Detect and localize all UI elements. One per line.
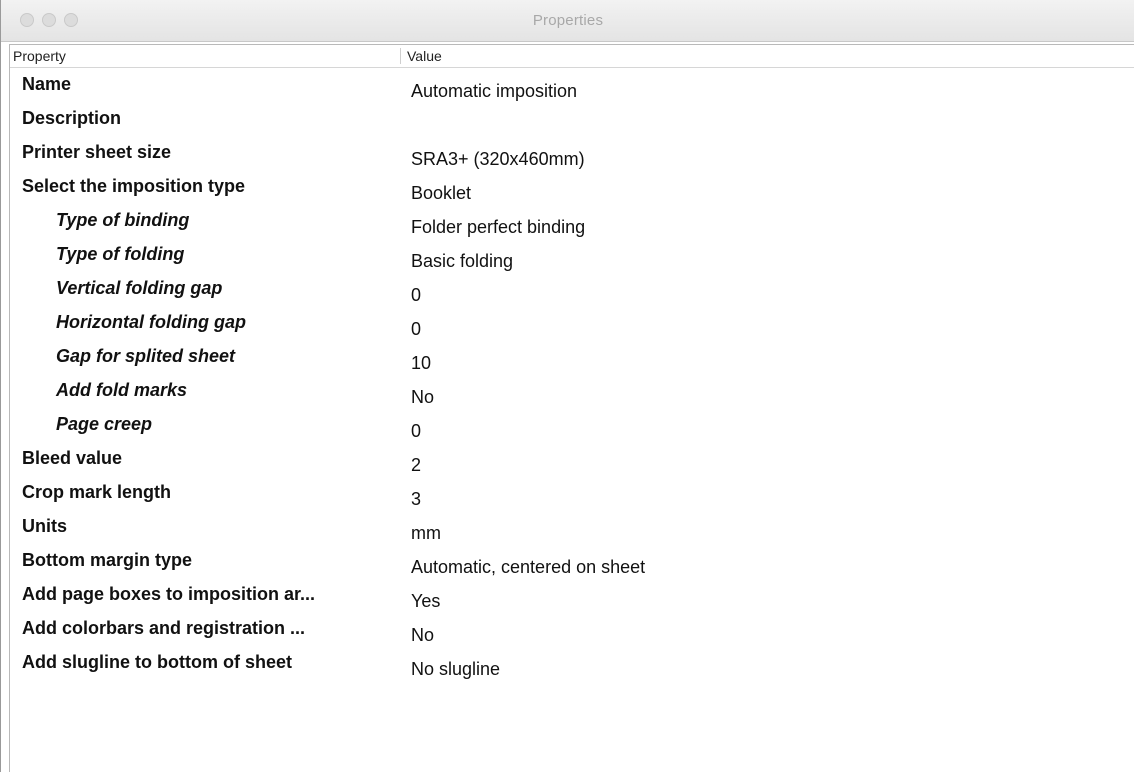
table-row[interactable]: Description	[10, 106, 1134, 140]
property-value[interactable]: 0	[411, 421, 421, 442]
properties-table-body: Name Automatic imposition Description Print…	[10, 72, 1134, 684]
property-name: Bleed value	[22, 448, 123, 468]
property-value[interactable]: 3	[411, 489, 421, 510]
property-name: Bottom margin type	[22, 550, 193, 570]
property-value[interactable]: Basic folding	[411, 251, 513, 272]
table-row[interactable]: Add page boxes to imposition ar... Yes	[10, 582, 1134, 616]
table-row[interactable]: Crop mark length 3	[10, 480, 1134, 514]
table-row[interactable]: Vertical folding gap 0	[10, 276, 1134, 310]
window-title: Properties	[532, 12, 604, 29]
property-name: Add fold marks	[56, 380, 188, 400]
property-value[interactable]: mm	[411, 523, 441, 544]
property-value[interactable]: Booklet	[411, 183, 471, 204]
table-row[interactable]: Name Automatic imposition	[10, 72, 1134, 106]
column-divider[interactable]	[400, 48, 401, 64]
table-row[interactable]: Page creep 0	[10, 412, 1134, 446]
property-value[interactable]: Automatic, centered on sheet	[411, 557, 645, 578]
table-row[interactable]: Bottom margin type Automatic, centered on…	[10, 548, 1134, 582]
table-row[interactable]: Select the imposition type Booklet	[10, 174, 1134, 208]
table-row[interactable]: Horizontal folding gap 0	[10, 310, 1134, 344]
table-row[interactable]: Bleed value 2	[10, 446, 1134, 480]
table-row[interactable]: Type of binding Folder perfect binding	[10, 208, 1134, 242]
property-name: Select the imposition type	[22, 176, 246, 196]
property-value[interactable]: 10	[411, 353, 431, 374]
property-value[interactable]: SRA3+ (320x460mm)	[411, 149, 585, 170]
property-value[interactable]: Folder perfect binding	[411, 217, 585, 238]
property-value[interactable]: No slugline	[411, 659, 500, 680]
table-header: Property Value	[9, 44, 1134, 68]
table-row[interactable]: Printer sheet size SRA3+ (320x460mm)	[10, 140, 1134, 174]
table-row[interactable]: Add slugline to bottom of sheet No slugli…	[10, 650, 1134, 684]
property-name: Printer sheet size	[22, 142, 172, 162]
table-row[interactable]: Type of folding Basic folding	[10, 242, 1134, 276]
property-value[interactable]: 0	[411, 319, 421, 340]
table-row[interactable]: Add fold marks No	[10, 378, 1134, 412]
property-name: Add page boxes to imposition ar...	[22, 584, 316, 604]
property-name: Name	[22, 74, 72, 94]
property-name: Units	[22, 516, 67, 536]
property-name: Page creep	[56, 414, 153, 434]
property-value[interactable]: 2	[411, 455, 421, 476]
property-name: Gap for splited sheet	[56, 346, 236, 366]
property-name: Crop mark length	[22, 482, 172, 502]
property-name: Horizontal folding gap	[56, 312, 246, 332]
property-name: Type of folding	[56, 244, 185, 264]
table-row[interactable]: Add colorbars and registration ... No	[10, 616, 1134, 650]
properties-window: Properties Property Value Name Automatic …	[0, 0, 1134, 772]
column-header-value[interactable]: Value	[407, 45, 442, 67]
title-bar[interactable]: Properties	[1, 0, 1134, 42]
property-value[interactable]: 0	[411, 285, 421, 306]
property-value[interactable]: Yes	[411, 591, 440, 612]
table-row[interactable]: Units mm	[10, 514, 1134, 548]
property-value[interactable]: Automatic imposition	[411, 81, 577, 102]
property-name: Vertical folding gap	[56, 278, 223, 298]
property-name: Add slugline to bottom of sheet	[22, 652, 292, 672]
property-name: Description	[22, 108, 122, 128]
property-value[interactable]: No	[411, 387, 434, 408]
property-value[interactable]: No	[411, 625, 434, 646]
property-name: Add colorbars and registration ...	[22, 618, 306, 638]
property-name: Type of binding	[56, 210, 190, 230]
column-header-property[interactable]: Property	[13, 45, 66, 67]
table-row[interactable]: Gap for splited sheet 10	[10, 344, 1134, 378]
